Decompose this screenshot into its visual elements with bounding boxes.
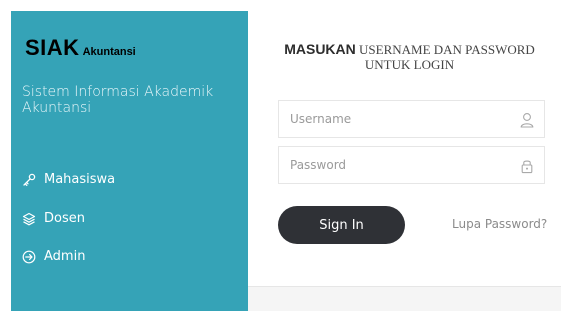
- user-icon: [520, 112, 534, 128]
- panel-footer: [248, 286, 561, 311]
- sidebar-item-label: Mahasiswa: [44, 172, 116, 187]
- password-field-wrap: [278, 146, 545, 184]
- password-input[interactable]: [279, 147, 544, 183]
- key-icon: [22, 173, 36, 187]
- username-field-wrap: [278, 100, 545, 138]
- app-description: Sistem Informasi Akademik Akuntansi: [22, 84, 214, 116]
- sidebar-item-admin[interactable]: Admin: [22, 249, 85, 264]
- heading-bold: MASUKAN: [284, 41, 356, 57]
- sidebar-item-label: Admin: [44, 249, 86, 264]
- layers-icon: [22, 212, 36, 226]
- sign-in-button[interactable]: Sign In: [278, 206, 405, 244]
- forgot-password-link[interactable]: Lupa Password?: [452, 217, 547, 231]
- login-heading: MASUKAN USERNAME DAN PASSWORD UNTUK LOGI…: [268, 41, 551, 73]
- arrow-circle-right-icon: [22, 250, 36, 264]
- heading-text: USERNAME DAN PASSWORD UNTUK LOGIN: [359, 42, 535, 72]
- brand-name: SIAK: [25, 35, 80, 60]
- sidebar-item-mahasiswa[interactable]: Mahasiswa: [22, 172, 115, 187]
- sidebar-item-label: Dosen: [44, 211, 85, 226]
- sidebar-item-dosen[interactable]: Dosen: [22, 211, 85, 226]
- brand-logo: SIAK Akuntansi: [25, 35, 136, 61]
- username-input[interactable]: [279, 101, 544, 137]
- lock-icon: [520, 158, 534, 174]
- brand-subtitle: Akuntansi: [82, 46, 136, 58]
- login-page: SIAK Akuntansi Sistem Informasi Akademik…: [0, 0, 561, 311]
